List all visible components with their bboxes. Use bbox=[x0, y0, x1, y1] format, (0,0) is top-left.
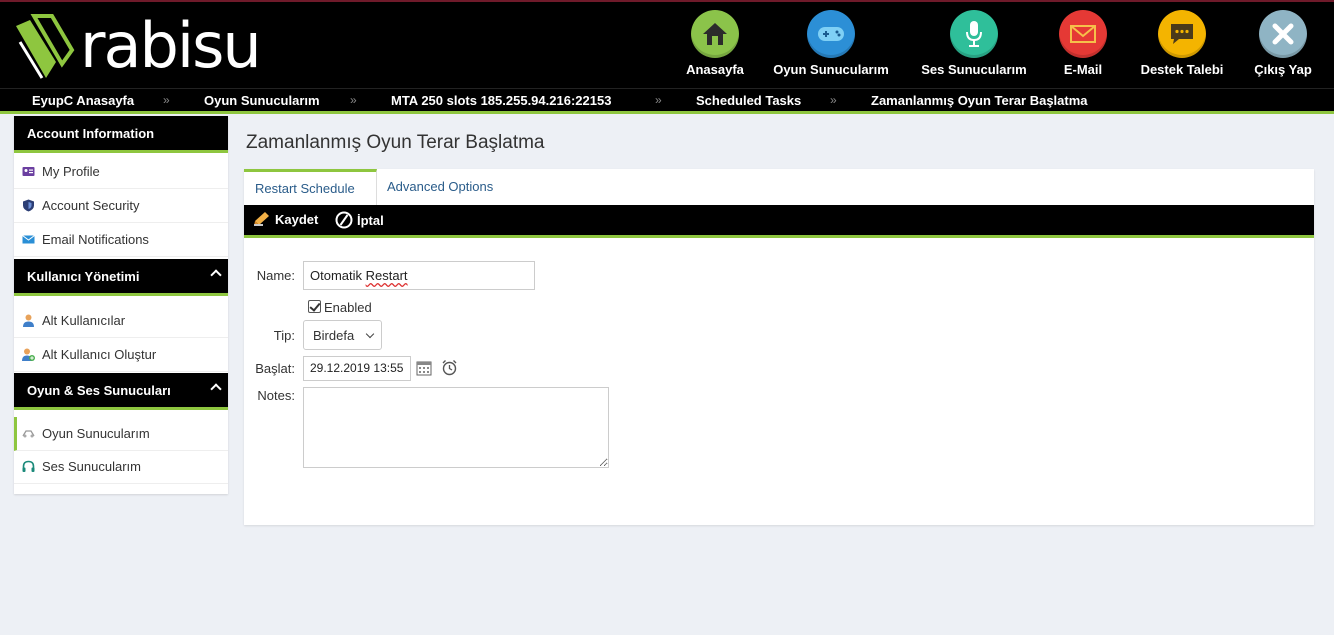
breadcrumb-separator: » bbox=[350, 93, 357, 107]
sidebar-section-title: Account Information bbox=[27, 126, 155, 141]
sidebar-item-alt-kullanicilar[interactable]: Alt Kullanıcılar bbox=[14, 304, 228, 338]
cancel-button[interactable]: İptal bbox=[335, 211, 384, 229]
top-header: rabisu Anasayfa Oyun Sunucularım Ses Sun… bbox=[0, 0, 1334, 88]
logo-mark-icon bbox=[16, 14, 75, 79]
nav-ses-sunuculari[interactable]: Ses Sunucularım bbox=[917, 10, 1031, 88]
nav-oyun-sunuculari[interactable]: Oyun Sunucularım bbox=[769, 10, 893, 88]
start-label: Başlat: bbox=[255, 361, 295, 376]
envelope-icon bbox=[1059, 10, 1107, 58]
cancel-label: İptal bbox=[357, 212, 384, 228]
sidebar-item-email-notifications[interactable]: Email Notifications bbox=[14, 223, 228, 257]
user-icon bbox=[23, 314, 34, 327]
microphone-icon bbox=[950, 10, 998, 58]
tab-restart-schedule[interactable]: Restart Schedule bbox=[244, 169, 377, 205]
id-card-icon bbox=[22, 167, 35, 176]
breadcrumb-separator: » bbox=[163, 93, 170, 107]
home-icon bbox=[691, 10, 739, 58]
type-select-value: Birdefa bbox=[313, 328, 355, 343]
sidebar-item-label: Alt Kullanıcı Oluştur bbox=[42, 347, 157, 362]
notes-label: Notes: bbox=[257, 388, 295, 403]
gamepad-icon bbox=[807, 10, 855, 58]
sidebar-item-account-security[interactable]: Account Security bbox=[14, 189, 228, 223]
sidebar-item-label: My Profile bbox=[42, 164, 100, 179]
sidebar: Account Information My Profile Account S… bbox=[14, 116, 228, 494]
sidebar-item-label: Oyun Sunucularım bbox=[42, 426, 150, 441]
name-value: Otomatik bbox=[310, 268, 366, 283]
brand-logo[interactable]: rabisu bbox=[12, 12, 262, 84]
save-icon bbox=[254, 212, 269, 226]
sidebar-item-label: Alt Kullanıcılar bbox=[42, 313, 126, 328]
breadcrumb-item[interactable]: Scheduled Tasks bbox=[696, 93, 801, 108]
breadcrumb-item-current: Zamanlanmış Oyun Terar Başlatma bbox=[871, 93, 1088, 108]
sidebar-item-oyun-sunuculari[interactable]: Oyun Sunucularım bbox=[14, 417, 228, 451]
chevron-down-icon bbox=[365, 329, 375, 339]
notes-textarea[interactable] bbox=[303, 387, 609, 468]
nav-label: E-Mail bbox=[1063, 62, 1103, 77]
enabled-label[interactable]: Enabled bbox=[324, 300, 372, 315]
sidebar-section-kullanici-yonetimi[interactable]: Kullanıcı Yönetimi bbox=[14, 259, 228, 296]
sidebar-item-my-profile[interactable]: My Profile bbox=[14, 155, 228, 189]
sidebar-item-label: Email Notifications bbox=[42, 232, 149, 247]
calendar-icon[interactable] bbox=[416, 360, 432, 376]
breadcrumb: EyupC Anasayfa » Oyun Sunucularım » MTA … bbox=[0, 88, 1334, 114]
name-value-spellcheck: Restart bbox=[365, 268, 408, 283]
chevron-up-icon[interactable] bbox=[210, 269, 222, 281]
chat-icon bbox=[1158, 10, 1206, 58]
start-datetime-input[interactable]: 29.12.2019 13:55 bbox=[303, 356, 411, 381]
save-button[interactable]: Kaydet bbox=[253, 211, 318, 227]
nav-label: Destek Talebi bbox=[1140, 62, 1224, 77]
nav-cikis-yap[interactable]: Çıkış Yap bbox=[1250, 10, 1316, 88]
breadcrumb-separator: » bbox=[655, 93, 662, 107]
sidebar-item-label: Ses Sunucularım bbox=[42, 459, 141, 474]
chevron-up-icon[interactable] bbox=[210, 383, 222, 395]
save-label: Kaydet bbox=[275, 211, 319, 227]
user-add-icon bbox=[22, 348, 35, 361]
sidebar-item-ses-sunuculari[interactable]: Ses Sunucularım bbox=[14, 450, 228, 484]
page-title: Zamanlanmış Oyun Terar Başlatma bbox=[246, 132, 545, 153]
nav-destek-talebi[interactable]: Destek Talebi bbox=[1136, 10, 1228, 88]
type-select[interactable]: Birdefa bbox=[303, 320, 382, 350]
nav-label: Ses Sunucularım bbox=[921, 62, 1027, 77]
nav-email[interactable]: E-Mail bbox=[1059, 10, 1107, 88]
name-label: Name: bbox=[256, 268, 295, 283]
sidebar-item-label: Account Security bbox=[42, 198, 140, 213]
nav-anasayfa[interactable]: Anasayfa bbox=[684, 10, 746, 88]
headset-icon bbox=[22, 460, 35, 472]
sidebar-section-title: Oyun & Ses Sunucuları bbox=[27, 383, 171, 398]
nav-label: Oyun Sunucularım bbox=[773, 62, 889, 77]
sidebar-item-alt-kullanici-olustur[interactable]: Alt Kullanıcı Oluştur bbox=[14, 338, 228, 372]
logo-text: rabisu bbox=[80, 9, 262, 82]
close-icon bbox=[1259, 10, 1307, 58]
breadcrumb-separator: » bbox=[830, 93, 837, 107]
shield-icon bbox=[23, 199, 34, 212]
gamepad-icon bbox=[22, 430, 35, 438]
cancel-icon bbox=[335, 211, 353, 229]
envelope-icon bbox=[22, 235, 35, 244]
alarm-clock-icon[interactable] bbox=[441, 359, 458, 376]
start-datetime-value: 29.12.2019 13:55 bbox=[310, 361, 404, 375]
sidebar-section-account: Account Information bbox=[14, 116, 228, 153]
schedule-panel: Restart Schedule Advanced Options Kaydet… bbox=[244, 169, 1314, 525]
sidebar-section-oyun-ses-sunuculari[interactable]: Oyun & Ses Sunucuları bbox=[14, 373, 228, 410]
enabled-checkbox[interactable] bbox=[308, 300, 321, 313]
breadcrumb-item[interactable]: EyupC Anasayfa bbox=[32, 93, 134, 108]
breadcrumb-item[interactable]: MTA 250 slots 185.255.94.216:22153 bbox=[391, 93, 611, 108]
nav-label: Çıkış Yap bbox=[1254, 62, 1312, 77]
nav-label: Anasayfa bbox=[686, 62, 744, 77]
sidebar-section-title: Kullanıcı Yönetimi bbox=[27, 269, 140, 284]
toolbar: Kaydet İptal bbox=[244, 205, 1314, 238]
tab-advanced-options[interactable]: Advanced Options bbox=[387, 169, 493, 205]
breadcrumb-item[interactable]: Oyun Sunucularım bbox=[204, 93, 320, 108]
type-label: Tip: bbox=[273, 328, 295, 343]
name-input[interactable]: Otomatik Restart bbox=[303, 261, 535, 290]
